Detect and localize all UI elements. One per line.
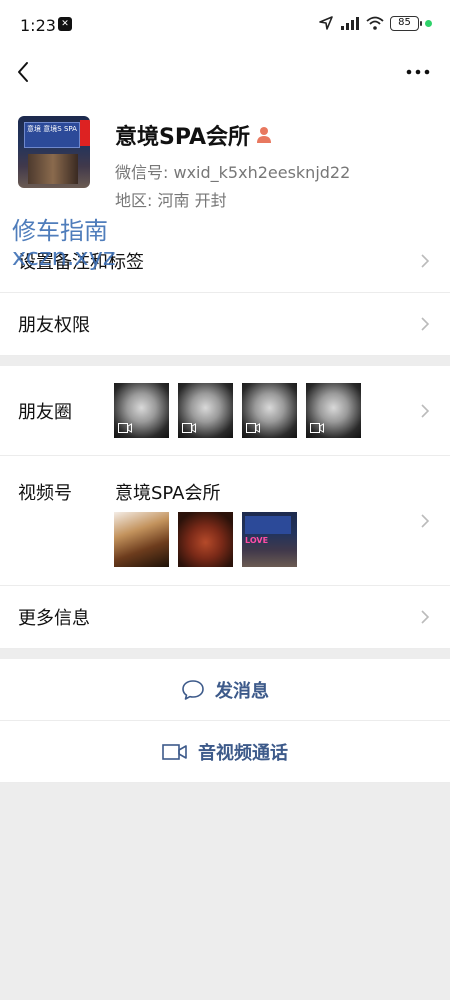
send-message-label: 发消息: [215, 680, 269, 702]
chevron-right-icon: [421, 610, 430, 624]
channel-thumbnail: [178, 512, 233, 567]
chevron-right-icon: [421, 403, 430, 418]
section-gap: [0, 649, 450, 659]
app-notification-icon: ✕: [58, 17, 72, 31]
chevron-right-icon: [421, 513, 430, 528]
more-dots-icon[interactable]: [406, 62, 430, 82]
name-row: 意境SPA会所: [115, 119, 272, 151]
privacy-indicator-dot: [425, 19, 432, 27]
moments-thumbnail: [178, 383, 233, 438]
avatar-storefront: [28, 154, 78, 184]
chevron-right-icon: [421, 317, 430, 331]
wechat-id-value: wxid_k5xh2eesknjd22: [173, 163, 351, 182]
status-bar: 1:23 ✕ 85: [0, 0, 450, 52]
video-call-button[interactable]: 音视频通话: [0, 721, 450, 783]
status-indicators: 85: [318, 15, 432, 31]
wifi-icon: [366, 16, 384, 30]
gender-female-icon: [256, 127, 271, 143]
watermark-line2: xczn.xyz: [12, 243, 116, 271]
signal-icon: [341, 17, 359, 30]
region: 地区: 河南 开封: [115, 187, 227, 211]
channels-row[interactable]: 视频号 意境SPA会所 LOVE: [0, 456, 450, 586]
more-info-label: 更多信息: [18, 608, 90, 629]
friend-permissions-row[interactable]: 朋友权限: [0, 293, 450, 356]
video-icon: [246, 423, 260, 433]
wechat-id: 微信号: wxid_k5xh2eesknjd22: [115, 159, 350, 183]
region-label: 地区:: [115, 191, 153, 210]
moments-thumbnail: [114, 383, 169, 438]
video-icon: [310, 423, 324, 433]
region-value: 河南 开封: [157, 191, 227, 210]
channels-label: 视频号: [18, 483, 72, 504]
location-icon: [319, 16, 333, 30]
moments-thumbnail: [306, 383, 361, 438]
avatar-sign: 意境 意境S SPA: [24, 122, 80, 148]
video-icon: [182, 423, 196, 433]
channel-thumbnail: LOVE: [242, 512, 297, 567]
moments-label: 朋友圈: [18, 401, 72, 423]
nav-bar: [0, 52, 450, 94]
wechat-id-label: 微信号:: [115, 163, 169, 182]
video-call-label: 音视频通话: [198, 742, 288, 764]
watermark: 修车指南 xczn.xyz: [12, 218, 115, 270]
channel-thumbnail: [114, 512, 169, 567]
channel-thumbnail-love-text: LOVE: [245, 536, 269, 545]
send-message-button[interactable]: 发消息: [0, 659, 450, 721]
section-gap: [0, 356, 450, 366]
message-bubble-icon: [182, 679, 204, 700]
channels-name: 意境SPA会所: [115, 483, 221, 504]
contact-name: 意境SPA会所: [115, 125, 250, 150]
channels-thumbnails: LOVE: [114, 512, 297, 567]
more-info-row[interactable]: 更多信息: [0, 586, 450, 649]
status-time: 1:23: [20, 16, 56, 35]
watermark-line1: 修车指南: [12, 217, 108, 245]
avatar[interactable]: 意境 意境S SPA: [18, 116, 90, 188]
avatar-red-banner: [80, 120, 90, 146]
video-camera-icon: [162, 743, 187, 760]
channel-thumbnail-sign: [245, 516, 291, 534]
battery-indicator: 85: [390, 15, 422, 31]
moments-thumbnails: [114, 383, 361, 438]
moments-row[interactable]: 朋友圈: [0, 366, 450, 456]
video-icon: [118, 423, 132, 433]
back-arrow-icon[interactable]: [12, 60, 36, 84]
chevron-right-icon: [421, 254, 430, 268]
moments-thumbnail: [242, 383, 297, 438]
friend-permissions-label: 朋友权限: [18, 315, 90, 336]
